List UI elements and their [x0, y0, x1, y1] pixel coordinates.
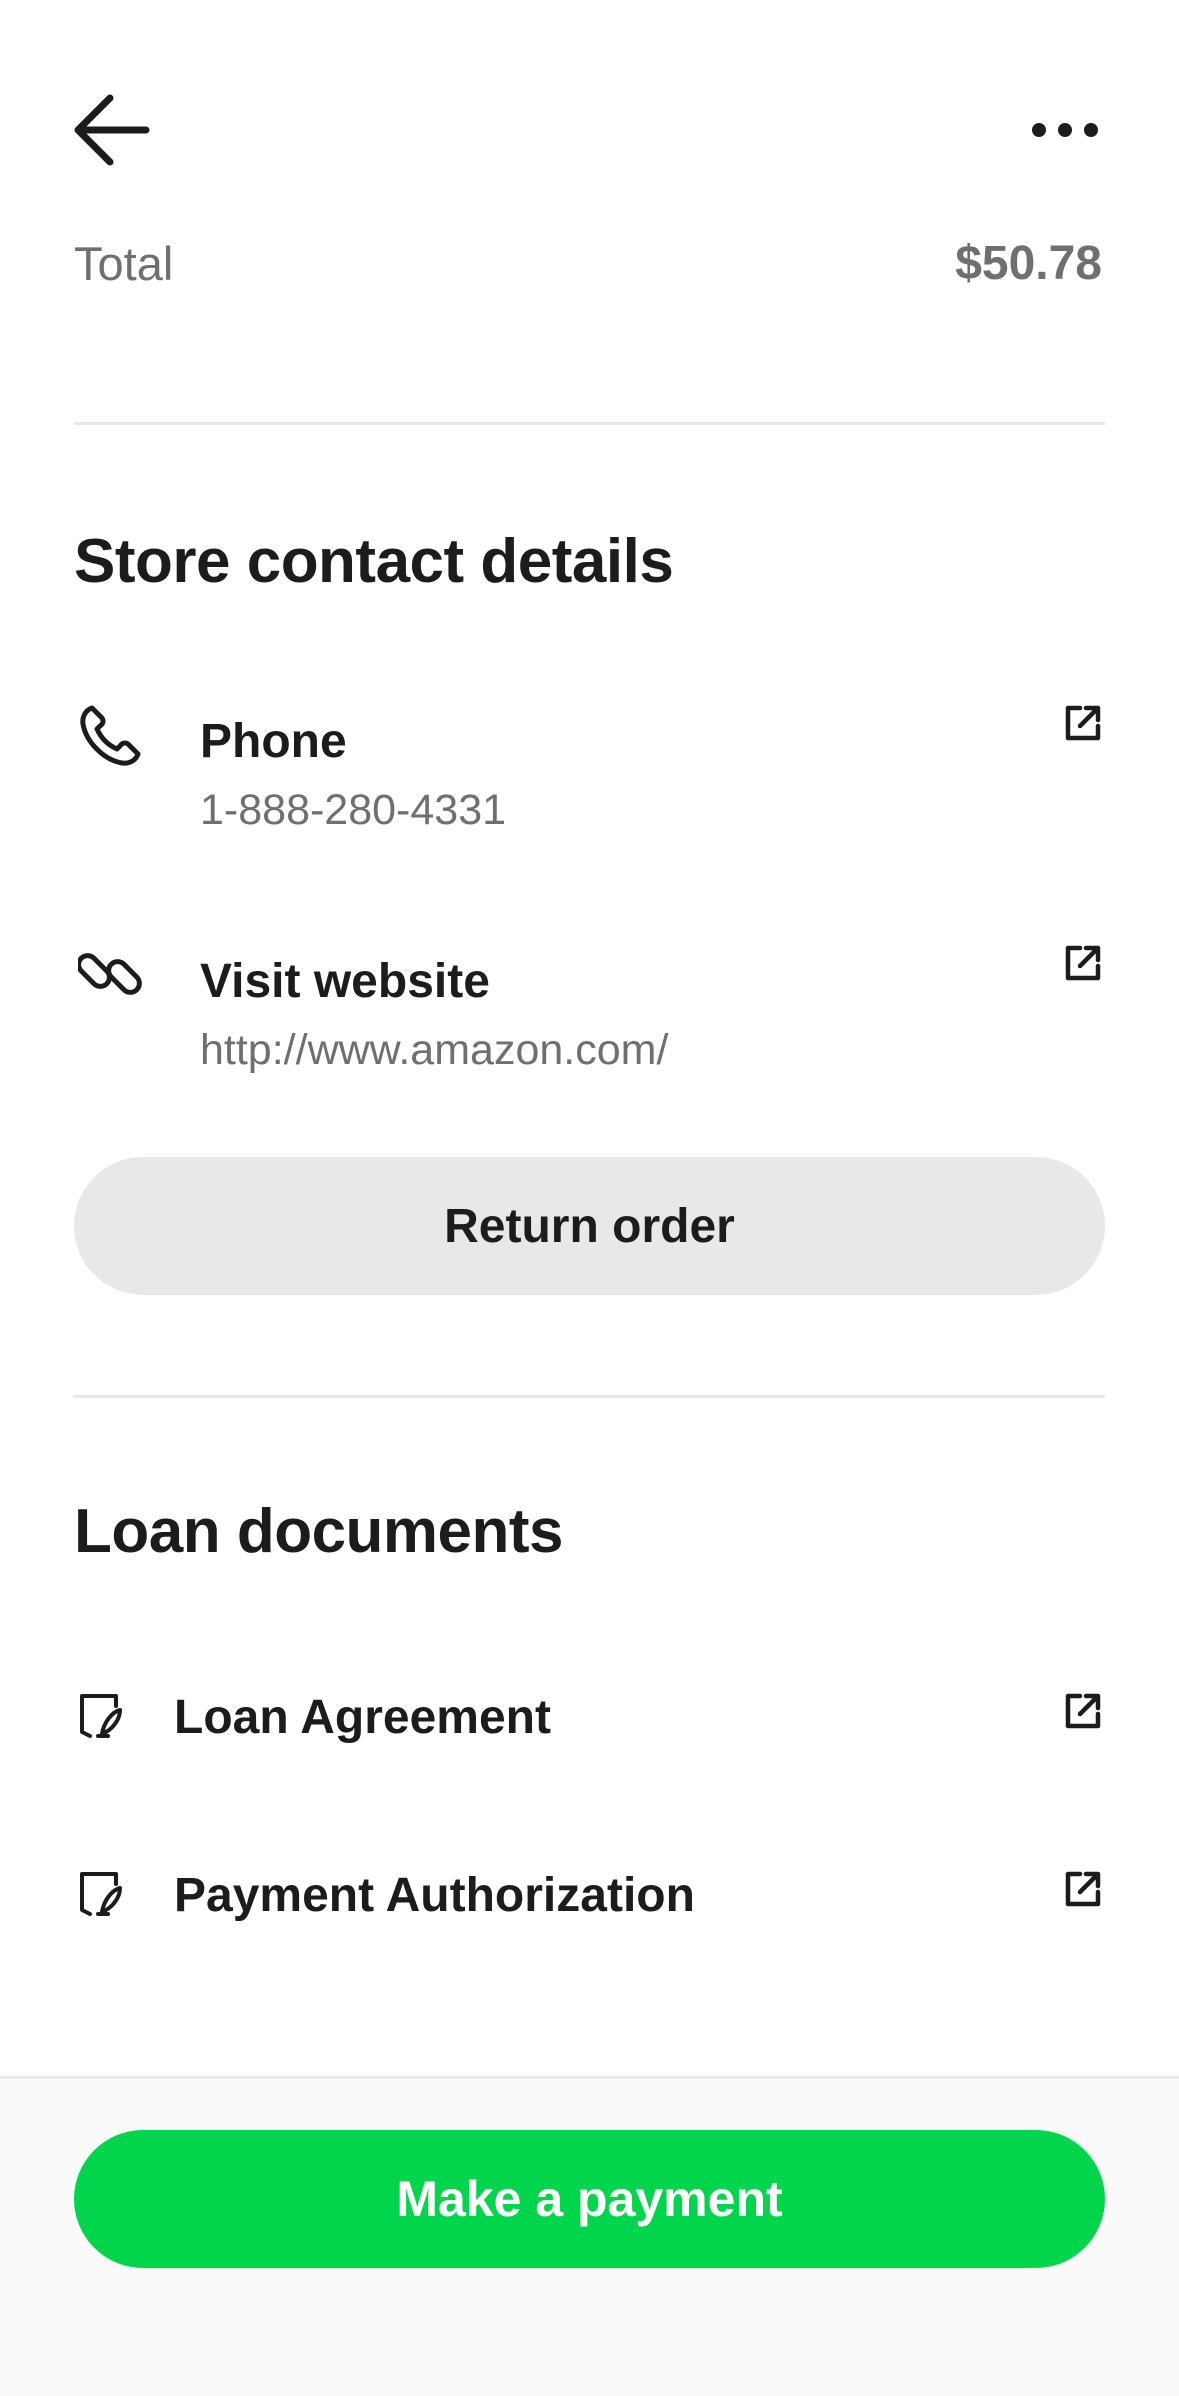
website-title: Visit website [200, 955, 490, 1008]
payment-authorization-label: Payment Authorization [174, 1869, 695, 1922]
more-options-icon[interactable] [1030, 112, 1100, 148]
return-order-button[interactable]: Return order [74, 1157, 1105, 1295]
document-sign-icon [78, 1870, 124, 1918]
divider [74, 422, 1105, 425]
link-icon [78, 942, 144, 1008]
loan-documents-title: Loan documents [74, 1497, 564, 1566]
phone-icon [78, 704, 142, 768]
total-label: Total [74, 237, 174, 290]
document-sign-icon [78, 1692, 124, 1740]
external-link-icon[interactable] [1062, 702, 1104, 744]
phone-row[interactable]: Phone 1-888-280-4331 [74, 690, 1105, 860]
total-amount: $50.78 [955, 237, 1102, 290]
divider [74, 1395, 1105, 1398]
website-url: http://www.amazon.com/ [200, 1026, 669, 1074]
external-link-icon[interactable] [1062, 1690, 1104, 1732]
website-row[interactable]: Visit website http://www.amazon.com/ [74, 930, 1105, 1100]
store-contact-title: Store contact details [74, 527, 674, 596]
back-arrow-icon[interactable] [72, 92, 152, 168]
loan-agreement-label: Loan Agreement [174, 1691, 551, 1744]
footer-divider [0, 2076, 1179, 2079]
payment-authorization-row[interactable]: Payment Authorization [74, 1846, 1105, 1946]
phone-number: 1-888-280-4331 [200, 786, 507, 834]
external-link-icon[interactable] [1062, 942, 1104, 984]
make-payment-button[interactable]: Make a payment [74, 2130, 1105, 2268]
phone-title: Phone [200, 715, 347, 768]
loan-agreement-row[interactable]: Loan Agreement [74, 1668, 1105, 1768]
external-link-icon[interactable] [1062, 1868, 1104, 1910]
